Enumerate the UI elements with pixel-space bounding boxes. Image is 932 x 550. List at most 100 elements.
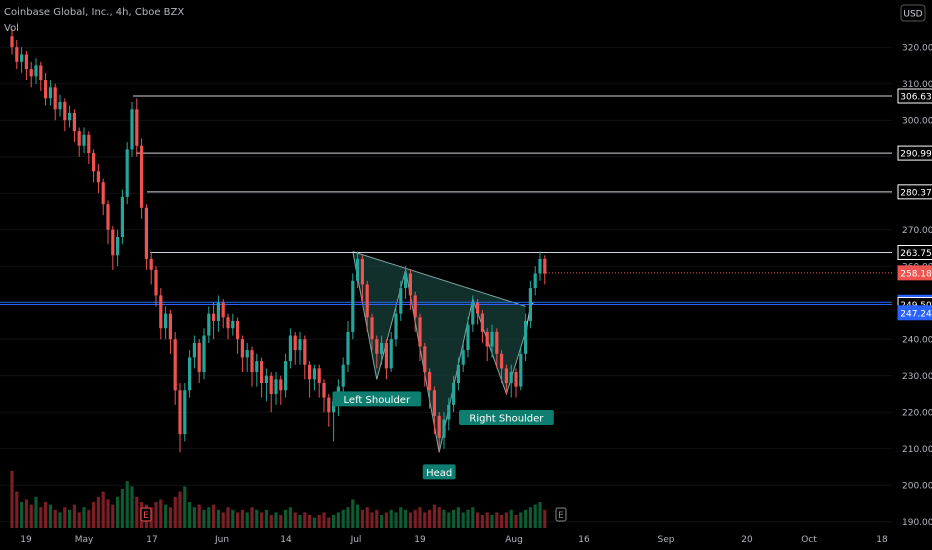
volume-bar bbox=[308, 515, 312, 528]
candle-body bbox=[456, 364, 460, 383]
volume-bar bbox=[279, 515, 283, 528]
candle-body bbox=[178, 390, 182, 435]
price-tick-label: 240.00 bbox=[902, 336, 932, 346]
price-label-280.37: 280.37 bbox=[897, 184, 932, 200]
volume-bar bbox=[360, 509, 364, 528]
volume-bar bbox=[332, 515, 336, 528]
time-tick-label: Jun bbox=[214, 535, 229, 545]
volume-bar bbox=[24, 499, 28, 528]
candle-body bbox=[24, 54, 28, 70]
volume-bar bbox=[183, 486, 187, 528]
volume-bar bbox=[480, 515, 484, 528]
volume-bar bbox=[504, 512, 508, 528]
time-tick-label: May bbox=[75, 535, 94, 545]
candle-body bbox=[250, 350, 254, 373]
candle-body bbox=[476, 302, 480, 314]
volume-bar bbox=[356, 504, 360, 528]
candle-body bbox=[269, 375, 273, 394]
pattern-label: Head bbox=[422, 464, 456, 480]
price-label-247.24: 247.24 bbox=[897, 305, 932, 321]
volume-bar bbox=[418, 507, 422, 528]
price-tick-label: 320.00 bbox=[902, 44, 932, 54]
candle-body bbox=[77, 131, 81, 146]
volume-bar bbox=[327, 517, 331, 528]
volume-bar bbox=[264, 509, 268, 528]
candle-body bbox=[216, 302, 220, 321]
candle-body bbox=[53, 87, 57, 110]
candle-body bbox=[399, 288, 403, 314]
volume-bar bbox=[120, 489, 124, 528]
volume-bar bbox=[260, 512, 264, 528]
volume-bar bbox=[58, 512, 62, 528]
candle-body bbox=[125, 149, 129, 197]
volume-bar bbox=[380, 515, 384, 528]
price-label-text: 258.18 bbox=[900, 269, 932, 279]
volume-bar bbox=[288, 507, 292, 528]
time-tick-label: Aug bbox=[505, 535, 523, 545]
candle-body bbox=[130, 109, 134, 150]
candle-body bbox=[87, 134, 91, 154]
candle-body bbox=[212, 313, 216, 321]
candle-body bbox=[341, 364, 345, 387]
volume-bar bbox=[87, 509, 91, 528]
candle-body bbox=[389, 339, 393, 369]
candle-body bbox=[533, 273, 537, 289]
volume-bar bbox=[375, 509, 379, 528]
volume-bar bbox=[394, 512, 398, 528]
volume-bar bbox=[456, 507, 460, 528]
candle-body bbox=[423, 346, 427, 373]
volume-bar bbox=[173, 496, 177, 528]
volume-bar bbox=[351, 499, 355, 528]
candle-body bbox=[308, 364, 312, 380]
time-tick-label: 16 bbox=[578, 535, 590, 545]
candle-body bbox=[495, 331, 499, 354]
candle-body bbox=[442, 419, 446, 438]
candle-body bbox=[255, 361, 259, 373]
candle-body bbox=[356, 258, 360, 281]
volume-bar bbox=[274, 512, 278, 528]
time-tick-label: 19 bbox=[20, 535, 32, 545]
legend-volume[interactable]: Vol bbox=[4, 23, 19, 34]
currency-button[interactable]: USD bbox=[900, 4, 926, 22]
pattern-label: Right Shoulder bbox=[459, 409, 554, 425]
volume-bar bbox=[188, 502, 192, 528]
candle-body bbox=[144, 207, 148, 259]
volume-bar bbox=[53, 509, 57, 528]
volume-bar bbox=[514, 515, 518, 528]
candle-body bbox=[509, 372, 513, 383]
candle-body bbox=[543, 258, 547, 274]
legend-symbol[interactable]: Coinbase Global, Inc., 4h, Cboe BZX bbox=[4, 7, 184, 18]
price-label-text: 263.75 bbox=[900, 249, 932, 259]
candle-body bbox=[183, 390, 187, 435]
candle-body bbox=[327, 397, 331, 413]
volume-bar bbox=[466, 509, 470, 528]
candle-body bbox=[504, 368, 508, 383]
volume-bar bbox=[538, 502, 542, 528]
candle-body bbox=[20, 54, 24, 62]
volume-bar bbox=[216, 509, 220, 528]
volume-bar bbox=[255, 509, 259, 528]
candle-body bbox=[164, 313, 168, 329]
earnings-marker-text: E bbox=[558, 511, 564, 521]
volume-bar bbox=[476, 512, 480, 528]
chart-background bbox=[0, 0, 932, 550]
volume-bar bbox=[269, 515, 273, 528]
volume-bar bbox=[370, 512, 374, 528]
volume-bar bbox=[34, 496, 38, 528]
candle-body bbox=[303, 339, 307, 365]
volume-bar bbox=[543, 509, 547, 528]
candle-body bbox=[202, 335, 206, 373]
volume-bar bbox=[68, 509, 72, 528]
volume-bar bbox=[77, 512, 81, 528]
volume-bar bbox=[101, 491, 105, 528]
volume-bar bbox=[125, 481, 129, 528]
volume-bar bbox=[452, 509, 456, 528]
volume-bar bbox=[240, 509, 244, 528]
price-chart[interactable]: Left Shoulder Head Right Shoulder 190.00 20… bbox=[0, 0, 932, 550]
volume-bar bbox=[500, 515, 504, 528]
candle-body bbox=[226, 317, 230, 329]
volume-bar bbox=[413, 509, 417, 528]
volume-bar bbox=[495, 512, 499, 528]
candle-body bbox=[63, 101, 67, 121]
candle-body bbox=[447, 404, 451, 420]
